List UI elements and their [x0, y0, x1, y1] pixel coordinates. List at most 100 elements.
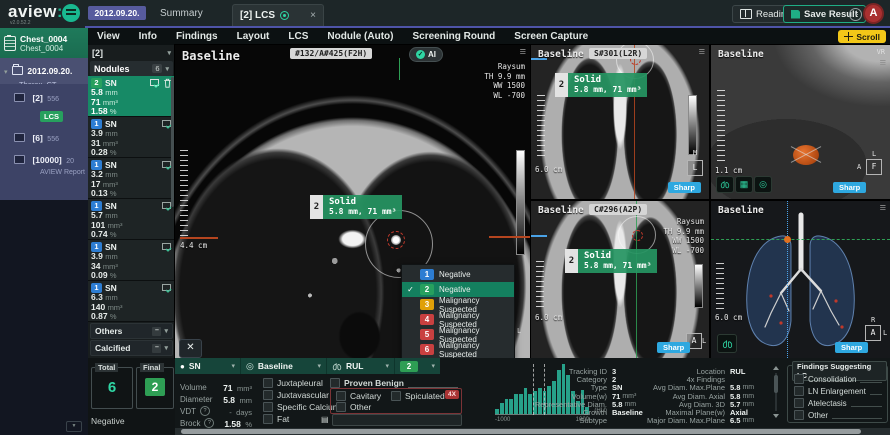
- horizontal-scrollbar[interactable]: [175, 428, 890, 435]
- tools-button[interactable]: ✕: [179, 339, 202, 358]
- checkbox[interactable]: [330, 378, 340, 388]
- checkbox[interactable]: [391, 391, 401, 401]
- patient-card[interactable]: Chest_0004 Chest_0004: [0, 28, 88, 58]
- hamburger-icon[interactable]: ≡: [520, 46, 526, 58]
- arrow-up-icon[interactable]: [773, 366, 779, 370]
- menu-info[interactable]: Info: [139, 31, 157, 42]
- menu-screening-round[interactable]: Screening Round: [412, 31, 495, 42]
- annotation-icon[interactable]: [162, 284, 172, 293]
- study-row[interactable]: ▾ 2012.09.20. Thorax_CT: [0, 58, 88, 84]
- checkbox[interactable]: [263, 414, 273, 424]
- nodule-card[interactable]: 1 SN 5.7 mm 101 mm³ 0.74 %: [88, 199, 175, 240]
- summary-scrollbar[interactable]: [773, 366, 779, 418]
- note-input[interactable]: [332, 414, 462, 426]
- checkbox[interactable]: [263, 390, 273, 400]
- study-date-chip[interactable]: 2012.09.20.: [88, 6, 146, 20]
- nodule-card[interactable]: 1 SN 3.2 mm 17 mm³ 0.13 %: [88, 158, 175, 199]
- viewport-vr[interactable]: Baseline VR ≡ 1.1 cm ▦ ◎ L A F Sharp: [711, 45, 890, 199]
- series-item-report[interactable]: [10000] 20 AVIEW Report: [0, 146, 88, 176]
- others-section-header[interactable]: Others – ▾: [90, 323, 173, 339]
- hamburger-icon[interactable]: ≡: [880, 57, 886, 69]
- nodule-card-selected[interactable]: 2 SN 5.8 mm 71 mm³ 1.58 %: [88, 76, 175, 117]
- menu-item-category-6[interactable]: 6 Malignancy Suspected: [402, 342, 514, 357]
- menu-view[interactable]: View: [97, 31, 120, 42]
- sidebar-footer-icon[interactable]: ▼: [66, 421, 82, 432]
- check-atelectasis[interactable]: Atelectasis: [794, 398, 882, 408]
- checkbox[interactable]: [794, 374, 804, 384]
- nodule-label[interactable]: 2 Solid 5.8 mm, 71 mm³: [310, 195, 402, 219]
- hamburger-icon[interactable]: ≡: [699, 46, 705, 58]
- check-fat[interactable]: Fat: [263, 414, 289, 424]
- checkbox[interactable]: [263, 378, 273, 388]
- nodule-view-button[interactable]: ◎: [754, 176, 772, 193]
- viewport-coronal[interactable]: Baseline C#296(A2P) Raysum TH 9.9 mm WW …: [531, 201, 709, 358]
- hamburger-icon[interactable]: ≡: [880, 202, 886, 214]
- chevron-down-icon[interactable]: ▾: [164, 327, 168, 335]
- nodule-card[interactable]: 1 SN 3.9 mm 31 mm³ 0.28 %: [88, 117, 175, 158]
- check-other-morph[interactable]: Other: [336, 402, 371, 412]
- sharp-kernel-chip[interactable]: Sharp: [668, 182, 701, 193]
- sharp-kernel-chip[interactable]: Sharp: [835, 342, 868, 353]
- checkbox[interactable]: [336, 391, 346, 401]
- calcified-section-header[interactable]: Calcified – ▾: [90, 340, 173, 356]
- minus-icon[interactable]: –: [152, 344, 161, 353]
- check-consolidation[interactable]: Consolidation: [794, 374, 882, 384]
- scroll-thumb[interactable]: [774, 375, 778, 393]
- checkbox[interactable]: [336, 402, 346, 412]
- tab-summary[interactable]: Summary: [160, 6, 203, 22]
- grayscale-colorbar[interactable]: [688, 95, 697, 155]
- check-specific-calcium[interactable]: Specific Calcium: [263, 402, 340, 412]
- lung-view-button[interactable]: [716, 176, 734, 193]
- viewport-axial-main[interactable]: Baseline #132/A#425(F2H) ✓ AI ≡ Raysum T…: [175, 45, 530, 358]
- growth-selector[interactable]: ◎ Baseline ▾: [241, 358, 327, 374]
- category-selector[interactable]: 2 ▾: [395, 358, 440, 374]
- checkbox[interactable]: [794, 398, 804, 408]
- arrow-down-icon[interactable]: [773, 414, 779, 418]
- series-item-2[interactable]: [6] 556: [0, 124, 88, 146]
- type-selector[interactable]: ● SN ▾: [175, 358, 241, 374]
- nodule-list-scrollbar[interactable]: [171, 77, 174, 207]
- nodule-label[interactable]: 2 Solid 5.8 mm, 71 mm³: [565, 249, 657, 273]
- nodule-label[interactable]: 2 Solid 5.8 mm, 71 mm³: [555, 73, 647, 97]
- menu-item-category-1[interactable]: 1 Negative: [402, 267, 514, 282]
- check-juxtavascular[interactable]: Juxtavascular: [263, 390, 329, 400]
- location-selector[interactable]: RUL ▾: [327, 358, 395, 374]
- annotation-icon[interactable]: [162, 243, 172, 252]
- check-spiculated[interactable]: Spiculated: [391, 391, 445, 401]
- minus-icon[interactable]: –: [152, 327, 161, 336]
- menu-layout[interactable]: Layout: [237, 31, 270, 42]
- menu-nodule-auto[interactable]: Nodule (Auto): [327, 31, 393, 42]
- scroll-tool-button[interactable]: Scroll: [838, 30, 886, 43]
- info-icon[interactable]: ?: [204, 418, 214, 428]
- annotation-icon[interactable]: [150, 79, 160, 88]
- viewport-3d-lungs[interactable]: Baseline ≡ 6.0 cm R L A Sharp: [711, 201, 890, 358]
- check-proven-benign[interactable]: Proven Benign: [330, 378, 458, 388]
- other-lc-input[interactable]: [832, 411, 882, 419]
- user-avatar[interactable]: A: [863, 3, 884, 24]
- chevron-down-icon[interactable]: ▾: [164, 344, 168, 352]
- sharp-kernel-chip[interactable]: Sharp: [833, 182, 866, 193]
- check-ln-enlargement[interactable]: LN Enlargement: [794, 386, 882, 396]
- nodule-card[interactable]: 1 SN 6.3 mm 140 mm³ 0.87 %: [88, 281, 175, 322]
- checkbox[interactable]: [794, 410, 804, 420]
- tab-lcs-active[interactable]: [2] LCS ×: [232, 4, 324, 26]
- menu-findings[interactable]: Findings: [176, 31, 218, 42]
- sharp-kernel-chip[interactable]: Sharp: [657, 342, 690, 353]
- ai-toggle-button[interactable]: ✓ AI: [409, 47, 443, 62]
- nodules-header[interactable]: Nodules 6 ▾: [90, 61, 173, 76]
- check-cavitary[interactable]: Cavitary: [336, 391, 381, 401]
- menu-screen-capture[interactable]: Screen Capture: [514, 31, 588, 42]
- nodule-group-header[interactable]: [2] ▾: [88, 45, 175, 61]
- grayscale-colorbar[interactable]: [694, 264, 703, 308]
- lung-view-button[interactable]: [717, 334, 737, 353]
- grayscale-colorbar[interactable]: [516, 150, 525, 255]
- check-other-lc[interactable]: Other: [794, 410, 882, 420]
- menu-lcs[interactable]: LCS: [288, 31, 308, 42]
- proven-benign-input[interactable]: [408, 378, 458, 388]
- series-item-lcs[interactable]: [2] 556 LCS: [0, 84, 88, 124]
- scroll-thumb[interactable]: [181, 429, 861, 434]
- checkbox[interactable]: [794, 386, 804, 396]
- checkbox[interactable]: [263, 402, 273, 412]
- viewport-sagittal[interactable]: Baseline S#301(L2R) ≡ 2 Solid 5.8 mm, 71…: [531, 45, 709, 199]
- close-icon[interactable]: ×: [310, 10, 316, 21]
